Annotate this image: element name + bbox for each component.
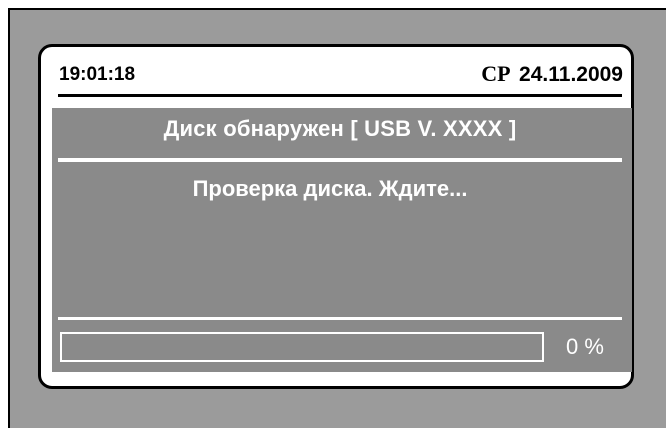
progress-bar — [60, 332, 544, 362]
progress-divider — [58, 317, 622, 320]
title-divider — [58, 158, 622, 162]
header-divider — [58, 94, 622, 97]
progress-percent: 0 % — [566, 334, 604, 359]
disk-detected-title: Диск обнаружен [ USB V. XXXX ] — [163, 116, 517, 141]
status-header: 19:01:18 СР 24.11.2009 — [51, 60, 623, 92]
date-label: 24.11.2009 — [519, 63, 623, 86]
date-display: СР 24.11.2009 — [481, 61, 623, 87]
weekday-label: СР — [481, 61, 511, 86]
clock-time: 19:01:18 — [59, 64, 136, 85]
checking-disk-message: Проверка диска. Ждите... — [192, 176, 468, 201]
